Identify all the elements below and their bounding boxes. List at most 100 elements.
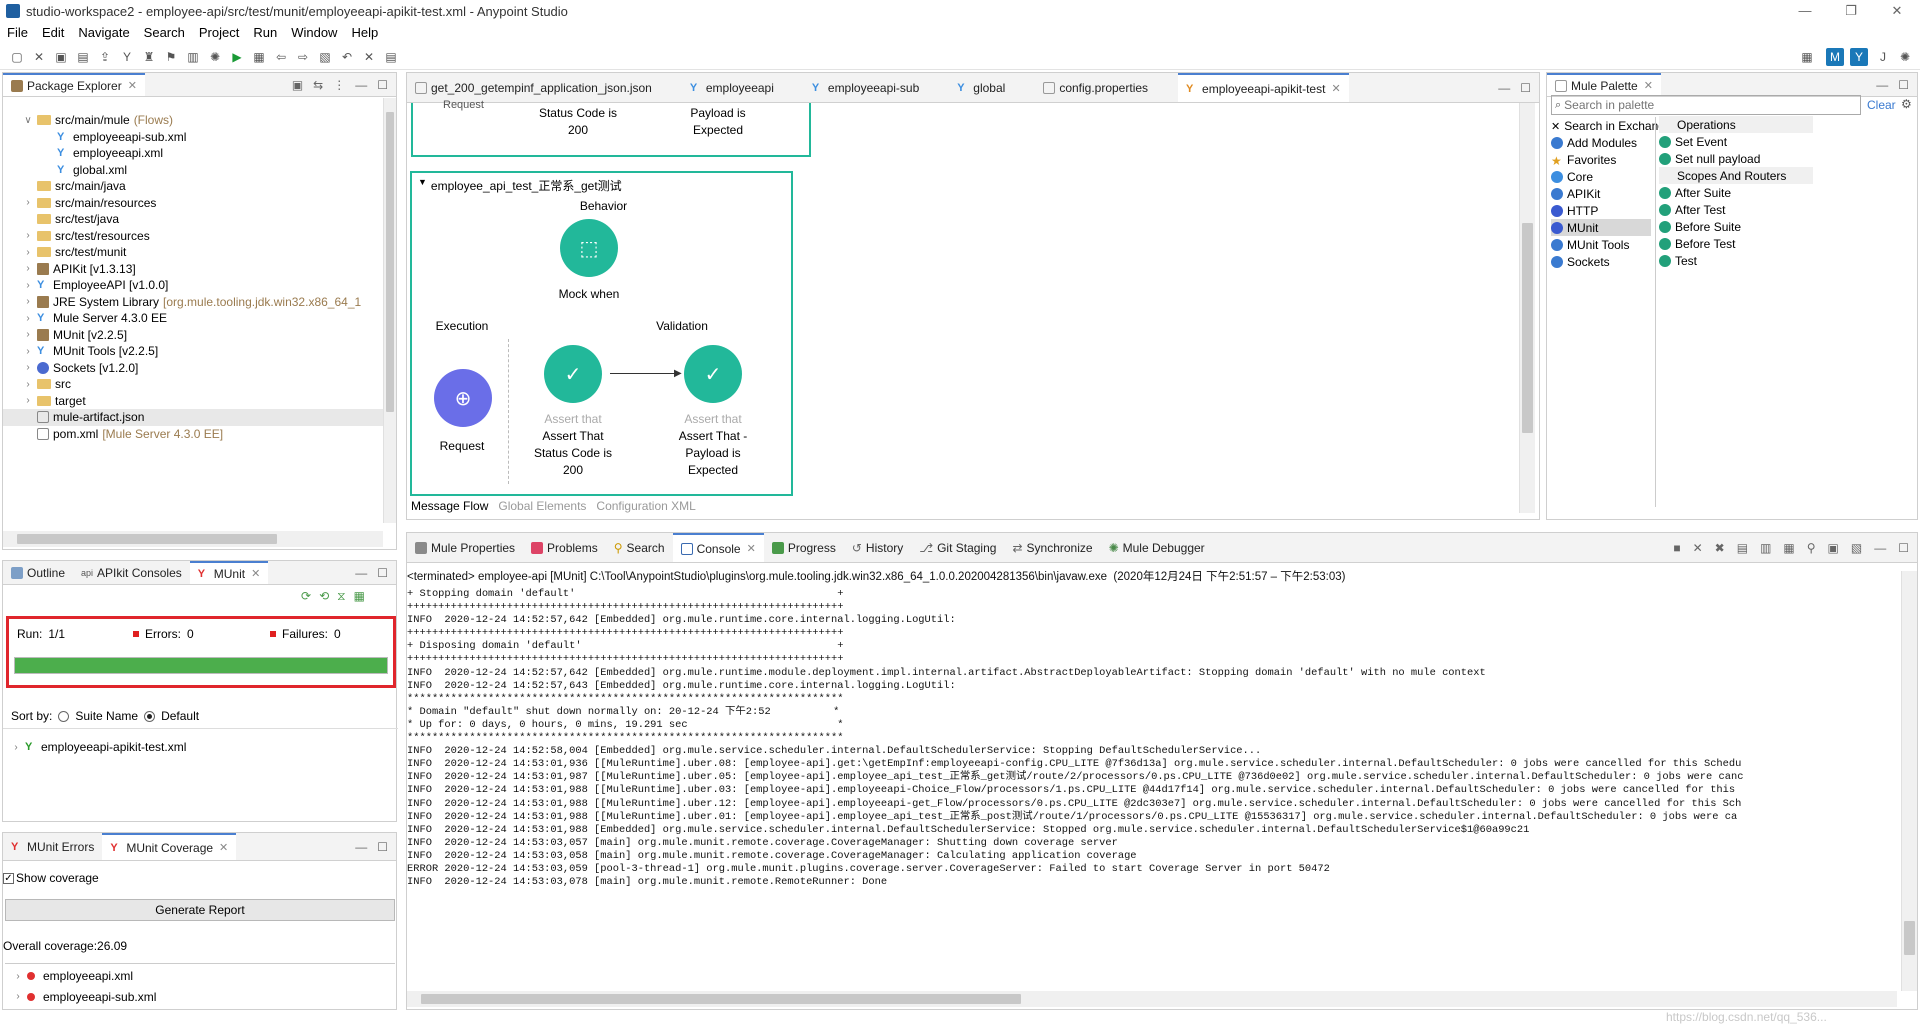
show-coverage-checkbox[interactable]: ✓ [3,872,14,884]
palette-item[interactable]: Before Suite [1659,218,1813,235]
tab-console[interactable]: Console ✕ [672,533,764,562]
tab-global-elements[interactable]: Global Elements [498,499,586,513]
tree-item[interactable]: Yglobal.xml [3,162,383,179]
scroll-thumb[interactable] [1522,223,1533,433]
menu-project[interactable]: Project [192,25,246,40]
tab-mule-debugger[interactable]: ✺ Mule Debugger [1101,533,1213,562]
external-tools-icon[interactable]: ▦ [250,48,268,66]
palette-category[interactable]: ★ Favorites [1551,151,1651,168]
mock-when-icon[interactable]: ⬚ [560,219,618,277]
tab-employeeapi[interactable]: Yemployeeapi [660,73,782,102]
maximize-icon[interactable]: ☐ [377,78,388,92]
remove-launch-icon[interactable]: ✕ [1693,541,1703,555]
panel-icon[interactable]: ▤ [382,48,400,66]
expand-icon[interactable]: › [23,247,33,258]
tree-item[interactable]: › JRE System Library [org.mule.tooling.jd… [3,294,383,311]
close-button[interactable]: ✕ [1874,3,1920,19]
expand-icon[interactable]: › [23,362,33,373]
palette-item[interactable]: Test [1659,252,1813,269]
tab-search[interactable]: ⚲ Search [606,533,673,562]
expand-icon[interactable]: › [23,346,33,357]
palette-category[interactable]: APIKit [1551,185,1651,202]
minimize-icon[interactable]: — [355,78,367,92]
menu-navigate[interactable]: Navigate [71,25,136,40]
close-icon[interactable]: ✕ [251,567,260,580]
palette-category[interactable]: MUnit Tools [1551,236,1651,253]
save-all-icon[interactable]: ▤ [74,48,92,66]
word-wrap-icon[interactable]: ▦ [1783,541,1794,555]
coverage-file-item[interactable]: › employeeapi.xml [5,968,395,985]
scroll-thumb[interactable] [1904,921,1915,955]
tab-apikit-consoles[interactable]: api APIkit Consoles [73,561,190,584]
flow-title[interactable]: ▼ employee_api_test_正常系_get测试 [418,177,622,194]
expand-icon[interactable]: › [23,197,33,208]
tab-mule-palette[interactable]: Mule Palette ✕ [1547,73,1661,96]
close-icon[interactable]: ✕ [128,79,137,92]
sort-default-radio[interactable] [144,710,156,722]
close-icon[interactable]: ✕ [1331,82,1340,95]
request-globe-icon[interactable]: ⊕ [434,369,492,427]
perspective-open-icon[interactable]: ▦ [1798,48,1816,66]
tree-item[interactable]: ∨ src/main/mule (Flows) [3,112,383,129]
coverage-icon[interactable]: ▦ [354,589,365,604]
tree-item[interactable]: pom.xml [Mule Server 4.3.0 EE] [3,426,383,443]
tree-item[interactable]: src/main/java [3,178,383,195]
expand-icon[interactable]: ∨ [23,115,33,126]
deploy-icon[interactable]: ⇪ [96,48,114,66]
maximize-icon[interactable]: ☐ [1898,541,1909,555]
new-icon[interactable]: ▢ [8,48,26,66]
tree-item[interactable]: › Y MUnit Tools [v2.2.5] [3,343,383,360]
apikit-icon[interactable]: ⚑ [162,48,180,66]
munit-test-item[interactable]: › Y employeeapi-apikit-test.xml [11,739,186,756]
mule-run-icon[interactable]: Y [118,48,136,66]
assert-that-status-icon[interactable]: ✓ [544,345,602,403]
maximize-icon[interactable]: ☐ [377,840,388,854]
tab-employeeapi-sub[interactable]: Yemployeeapi-sub [782,73,927,102]
minimize-icon[interactable]: — [1498,81,1510,95]
maximize-icon[interactable]: ☐ [377,566,388,580]
tree-item[interactable]: src/test/java [3,211,383,228]
expand-icon[interactable]: › [23,379,33,390]
maximize-icon[interactable]: ☐ [1898,78,1909,92]
tab-outline[interactable]: Outline [3,561,73,584]
expand-icon[interactable]: › [23,329,33,340]
tree-item[interactable]: › src/main/resources [3,195,383,212]
palette-item[interactable]: Set Event [1659,133,1813,150]
menu-edit[interactable]: Edit [35,25,71,40]
menu-file[interactable]: File [0,25,35,40]
test-flow-box[interactable]: ▼ employee_api_test_正常系_get测试 Behavior ⬚ … [410,171,793,496]
tab-configuration-xml[interactable]: Configuration XML [596,499,695,513]
rerun-failed-icon[interactable]: ⟲ [319,589,329,604]
expand-icon[interactable]: › [13,991,23,1002]
minimize-icon[interactable]: — [1874,541,1886,555]
tab-munit[interactable]: Y MUnit ✕ [189,561,269,584]
sort-suite-radio[interactable] [58,710,70,722]
tab-message-flow[interactable]: Message Flow [411,499,488,513]
back-icon[interactable]: ⇦ [272,48,290,66]
view-menu-icon[interactable]: ⋮ [333,78,345,92]
tree-hscrollbar[interactable] [3,531,383,547]
tab-munit-errors[interactable]: Y MUnit Errors [3,833,102,860]
tab-employeeapi-apikit-test[interactable]: Yemployeeapi-apikit-test ✕ [1178,73,1349,102]
perspective-java-icon[interactable]: J [1874,48,1892,66]
tree-item[interactable]: Yemployeeapi-sub.xml [3,129,383,146]
palette-category[interactable]: ✕ Search in Exchange [1551,117,1672,134]
remove-icon[interactable]: ✕ [360,48,378,66]
clear-link[interactable]: Clear [1867,98,1896,112]
maximize-button[interactable]: ❐ [1828,3,1874,19]
palette-category[interactable]: Core [1551,168,1651,185]
tab-git-staging[interactable]: ⎇ Git Staging [911,533,1004,562]
tree-item[interactable]: › Sockets [v1.2.0] [3,360,383,377]
palette-search-field[interactable]: ⌕ [1551,95,1861,115]
settings-gear-icon[interactable]: ⚙ [1901,97,1912,111]
tree-item[interactable]: › Y Mule Server 4.3.0 EE [3,310,383,327]
expand-icon[interactable]: › [23,296,33,307]
close-icon[interactable]: ✕ [219,841,228,854]
minimize-icon[interactable]: — [355,566,367,580]
perspective-debug-icon[interactable]: ✺ [1896,48,1914,66]
open-icon[interactable]: ▧ [316,48,334,66]
tab-global[interactable]: Yglobal [927,73,1013,102]
console-hscrollbar[interactable] [407,991,1897,1007]
expand-icon[interactable]: › [11,742,21,753]
menu-run[interactable]: Run [246,25,284,40]
